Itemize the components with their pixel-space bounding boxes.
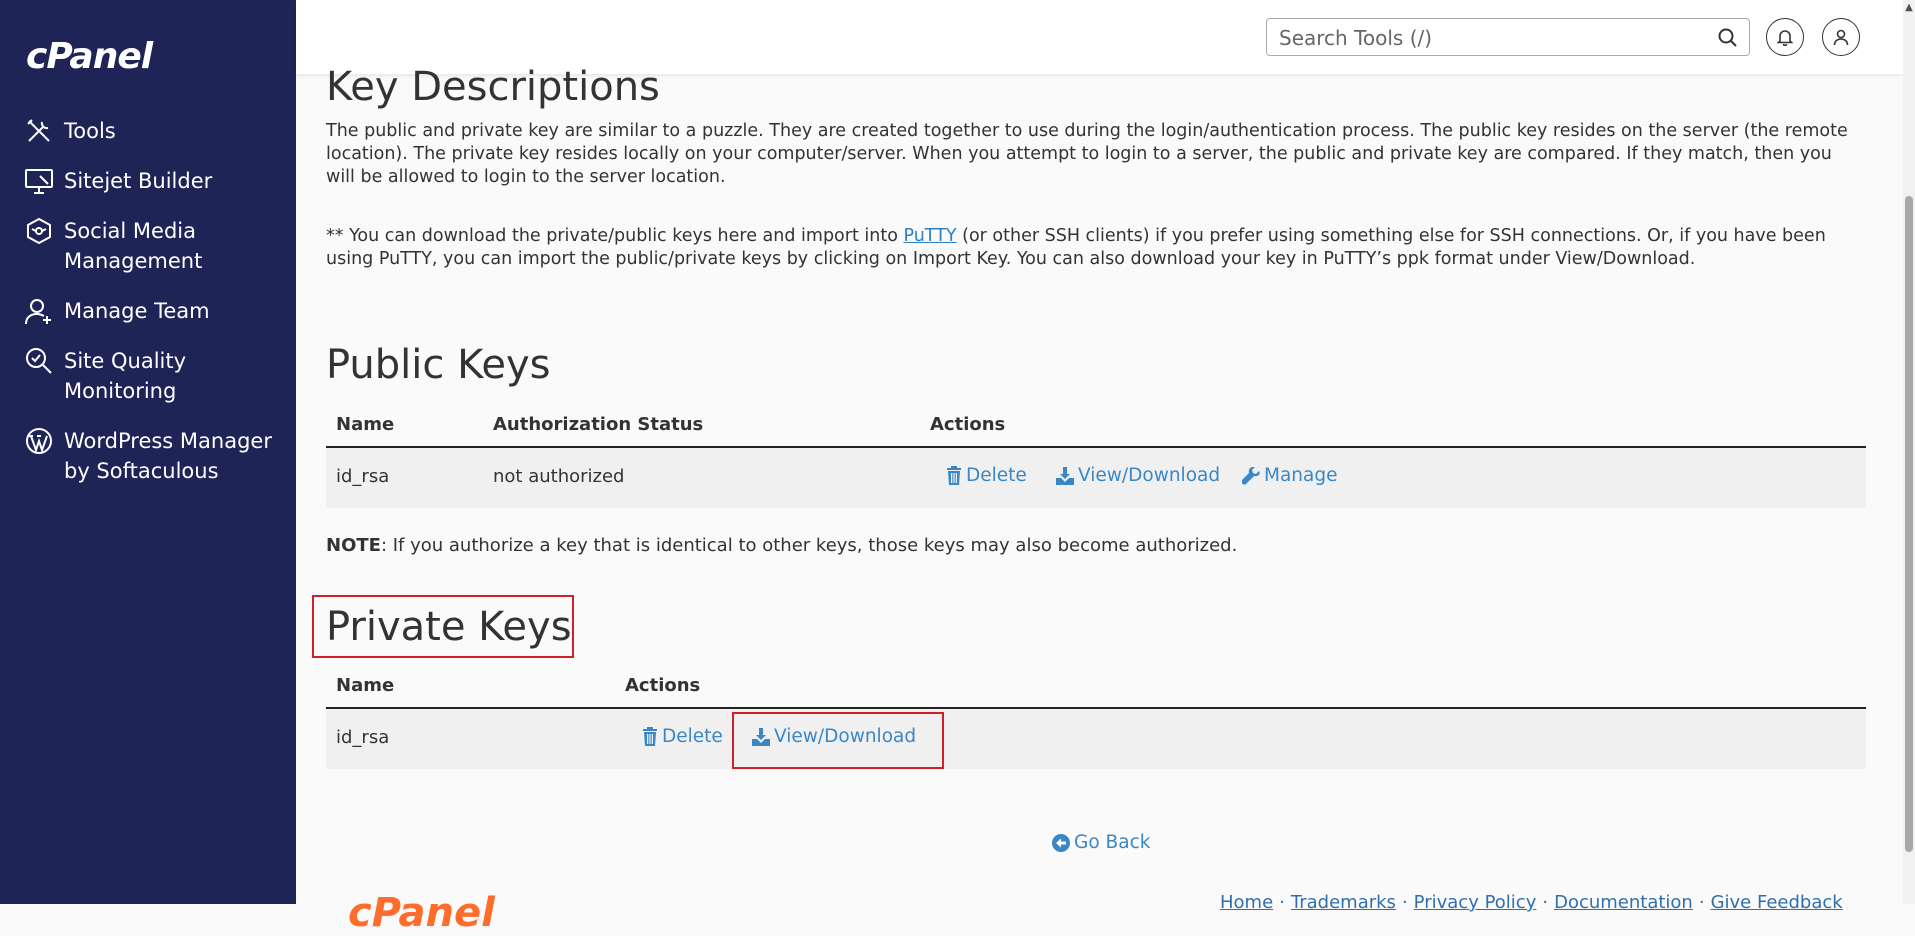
wordpress-icon: [24, 426, 56, 456]
footer-link-documentation[interactable]: Documentation: [1554, 892, 1693, 913]
delete-label: Delete: [662, 726, 723, 747]
scroll-up-arrow-icon[interactable]: ▲: [1903, 2, 1915, 14]
sidebar-item-label: WordPress Manager by Softaculous: [64, 429, 272, 483]
table-row: id_rsa Delete View/Download: [326, 709, 1866, 769]
key-name: id_rsa: [336, 727, 390, 748]
sidebar-nav: Tools Sitejet Builder Social Media Manag…: [24, 116, 284, 506]
private-keys-table: Name Actions id_rsa Delete View/Download: [326, 663, 1866, 769]
sidebar-item-label: Sitejet Builder: [64, 169, 213, 193]
highlight-private-view-download: [732, 712, 944, 769]
note-body: : If you authorize a key that is identic…: [380, 535, 1238, 556]
private-delete-button[interactable]: Delete: [642, 726, 723, 747]
column-header-name: Name: [336, 675, 395, 696]
sidebar-item-sitejet[interactable]: Sitejet Builder: [24, 166, 284, 196]
key-descriptions-paragraph: The public and private key are similar t…: [326, 121, 1848, 187]
note-label: NOTE: [326, 535, 381, 556]
go-back-label: Go Back: [1074, 832, 1151, 853]
tools-icon: [24, 116, 56, 146]
footer-separator: ·: [1279, 892, 1285, 913]
table-header: Name Authorization Status Actions: [326, 402, 1866, 448]
key-descriptions-title: Key Descriptions: [326, 64, 660, 110]
monitor-icon: [24, 166, 56, 196]
manage-button[interactable]: Manage: [1242, 465, 1338, 486]
footer-link-home[interactable]: Home: [1220, 892, 1273, 913]
team-icon: [24, 296, 56, 326]
authorization-status: not authorized: [493, 466, 625, 487]
view-download-label: View/Download: [1078, 465, 1221, 486]
top-header: [296, 0, 1903, 74]
putty-paragraph: ** You can download the private/public k…: [326, 225, 1866, 271]
footer-link-trademarks[interactable]: Trademarks: [1291, 892, 1396, 913]
sidebar-item-label: Social Media Management: [64, 219, 203, 273]
public-view-download-button[interactable]: View/Download: [1056, 465, 1220, 486]
arrow-circle-left-icon: [1052, 833, 1070, 852]
sidebar-item-site-quality[interactable]: Site Quality Monitoring: [24, 346, 284, 406]
sidebar-item-manage-team[interactable]: Manage Team: [24, 296, 284, 326]
search-box: [1266, 18, 1750, 56]
note-text: NOTE: If you authorize a key that is ide…: [326, 535, 1237, 556]
social-media-icon: [24, 216, 56, 246]
column-header-actions: Actions: [930, 414, 1006, 435]
column-header-name: Name: [336, 414, 395, 435]
footer-separator: ·: [1401, 892, 1408, 913]
sidebar-item-wordpress[interactable]: WordPress Manager by Softaculous: [24, 426, 284, 486]
highlight-private-keys-title: [312, 595, 574, 658]
table-row: id_rsa not authorized Delete View/Downlo…: [326, 448, 1866, 508]
footer-cpanel-logo: cPanel: [348, 890, 495, 936]
manage-label: Manage: [1264, 465, 1338, 486]
cpanel-logo[interactable]: cPanel: [26, 36, 153, 77]
sidebar: cPanel Tools Sitejet Builder Social Medi…: [0, 0, 296, 904]
footer-separator: ·: [1542, 892, 1549, 913]
putty-link[interactable]: PuTTY: [903, 226, 956, 246]
column-header-authorization-status: Authorization Status: [493, 414, 704, 435]
footer-link-privacy-policy[interactable]: Privacy Policy: [1414, 892, 1537, 913]
delete-label: Delete: [966, 465, 1027, 486]
sidebar-item-social-media[interactable]: Social Media Management: [24, 216, 284, 276]
download-icon: [1056, 466, 1074, 485]
wrench-icon: [1242, 466, 1260, 485]
magnifier-check-icon: [24, 346, 56, 376]
sidebar-item-label: Tools: [64, 119, 116, 143]
footer-separator: ·: [1698, 892, 1705, 913]
search-input[interactable]: [1277, 25, 1701, 51]
public-keys-table: Name Authorization Status Actions id_rsa…: [326, 402, 1866, 508]
trash-icon: [643, 727, 657, 746]
column-header-actions: Actions: [625, 675, 701, 696]
user-menu-button[interactable]: [1822, 18, 1860, 56]
footer-links: Home · Trademarks · Privacy Policy · Docume…: [1220, 892, 1843, 913]
putty-paragraph-prefix: ** You can download the private/public k…: [326, 226, 904, 246]
sidebar-item-label: Site Quality Monitoring: [64, 349, 187, 403]
public-delete-button[interactable]: Delete: [946, 465, 1027, 486]
table-header: Name Actions: [326, 663, 1866, 709]
footer-link-give-feedback[interactable]: Give Feedback: [1711, 892, 1843, 913]
notifications-button[interactable]: [1766, 18, 1804, 56]
bell-icon: [1776, 30, 1794, 46]
user-icon: [1833, 29, 1849, 46]
trash-icon: [947, 466, 961, 485]
public-keys-title: Public Keys: [326, 342, 551, 388]
search-icon[interactable]: [1717, 27, 1739, 49]
key-name: id_rsa: [336, 466, 390, 487]
sidebar-item-label: Manage Team: [64, 299, 210, 323]
sidebar-item-tools[interactable]: Tools: [24, 116, 284, 146]
scrollbar-thumb[interactable]: [1905, 196, 1913, 852]
go-back-link[interactable]: Go Back: [1052, 832, 1150, 853]
